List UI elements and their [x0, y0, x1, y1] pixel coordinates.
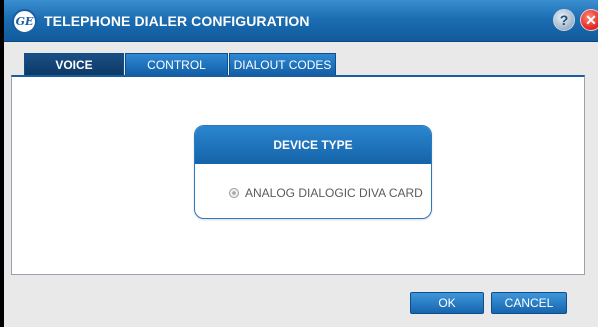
cancel-button[interactable]: CANCEL: [491, 292, 567, 314]
device-option-label: ANALOG DIALOGIC DIVA CARD: [245, 186, 423, 200]
tab-control[interactable]: CONTROL: [125, 53, 228, 75]
dialog-window: GE TELEPHONE DIALER CONFIGURATION ? ✕ VO…: [4, 0, 598, 327]
window-title: TELEPHONE DIALER CONFIGURATION: [44, 13, 310, 29]
tab-dialout-codes[interactable]: DIALOUT CODES: [229, 53, 336, 75]
close-icon[interactable]: ✕: [580, 9, 598, 31]
ge-logo-icon: GE: [12, 9, 37, 34]
device-type-panel: DEVICE TYPE ANALOG DIALOGIC DIVA CARD: [194, 125, 432, 219]
tab-voice[interactable]: VOICE: [24, 53, 124, 75]
ok-button[interactable]: OK: [410, 292, 484, 314]
title-bar[interactable]: GE TELEPHONE DIALER CONFIGURATION ? ✕: [4, 0, 598, 42]
device-option-analog-dialogic[interactable]: ANALOG DIALOGIC DIVA CARD: [229, 186, 423, 200]
radio-button-icon[interactable]: [229, 188, 239, 198]
help-icon[interactable]: ?: [553, 9, 575, 31]
device-type-header: DEVICE TYPE: [195, 126, 431, 164]
